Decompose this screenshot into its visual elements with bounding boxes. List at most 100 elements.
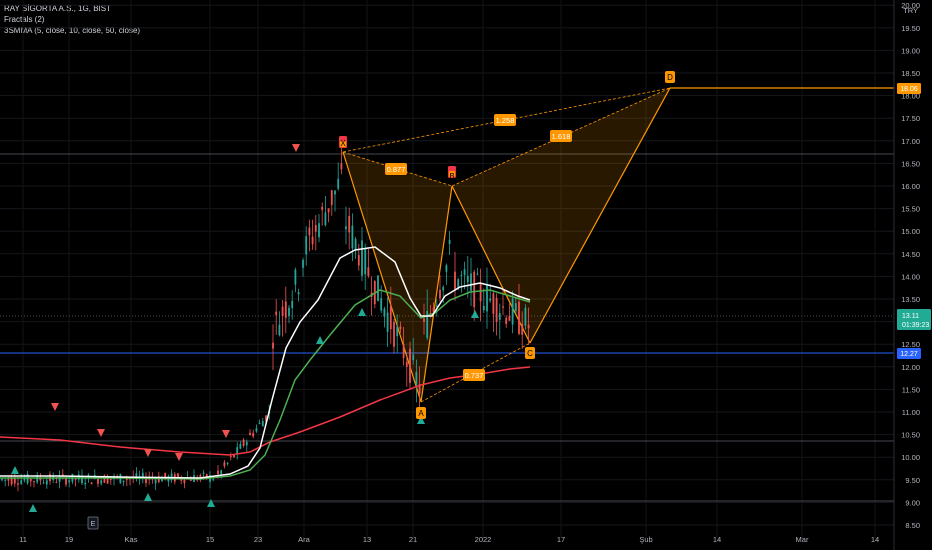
- ratio-label: 0.737: [463, 369, 485, 381]
- ratio-label: 1.258: [494, 114, 516, 126]
- candle-body: [354, 238, 357, 250]
- candle-body: [90, 482, 93, 485]
- candle-body: [527, 324, 530, 329]
- candle-body: [405, 361, 408, 367]
- fractal-down-marker: [144, 449, 152, 457]
- fractal-down-marker: [51, 403, 59, 411]
- y-tick-label: 14.50: [901, 250, 920, 259]
- candle-body: [20, 480, 23, 484]
- candle-body: [61, 474, 64, 476]
- candle-body: [177, 473, 179, 478]
- candle-body: [442, 287, 445, 291]
- candle-body: [308, 227, 311, 236]
- candle-body: [284, 301, 287, 318]
- candle-body: [380, 298, 383, 311]
- candle-body: [412, 354, 415, 361]
- candle-body: [212, 479, 215, 481]
- y-tick-label: 18.50: [901, 69, 920, 78]
- candle-body: [29, 478, 32, 482]
- candle-body: [439, 289, 441, 299]
- candle-body: [84, 482, 87, 485]
- fractal-up-marker: [358, 308, 366, 316]
- x-tick-label: Ara: [298, 535, 311, 544]
- fractal-down-marker: [97, 429, 105, 437]
- candle-body: [42, 482, 45, 484]
- candle-body: [415, 371, 418, 385]
- candle-body: [97, 478, 99, 484]
- candle-body: [45, 480, 48, 485]
- candle-body: [393, 321, 395, 347]
- x-tick-label: 14: [713, 535, 721, 544]
- last-price-badge: 13.11 01:39:23: [897, 309, 931, 330]
- y-tick-label: 10.00: [901, 453, 920, 462]
- candle-body: [463, 269, 466, 276]
- y-tick-label: 12.50: [901, 340, 920, 349]
- candle-body: [432, 307, 435, 312]
- candle-body: [386, 312, 389, 332]
- candle-body: [409, 348, 411, 383]
- y-tick-label: 19.50: [901, 24, 920, 33]
- blue-level-badge: 12.27: [897, 348, 921, 359]
- candle-body: [351, 225, 354, 249]
- ratio-text: 0.877: [387, 165, 406, 174]
- pattern-point-d: D: [665, 71, 675, 83]
- y-tick-label: 9.50: [905, 476, 920, 485]
- y-tick-label: 11.00: [902, 408, 920, 417]
- candle-body: [521, 323, 524, 335]
- candle-body: [17, 483, 19, 485]
- candle-body: [524, 307, 527, 326]
- candle-body: [454, 271, 456, 290]
- candle-body: [119, 474, 122, 484]
- x-tick-label: 13: [363, 535, 371, 544]
- candle-body: [217, 470, 219, 474]
- ratio-text: 1.618: [552, 132, 571, 141]
- fractal-up-marker: [144, 493, 152, 501]
- candle-body: [23, 478, 26, 481]
- fractal-up-marker: [316, 336, 324, 344]
- candle-body: [314, 225, 317, 232]
- candle-body: [236, 447, 239, 454]
- candle-body: [1, 479, 3, 481]
- candle-body: [321, 206, 324, 210]
- x-tick-label: Kas: [125, 535, 138, 544]
- y-tick-label: 13.50: [901, 295, 920, 304]
- candle-body: [220, 470, 223, 474]
- candle-body: [514, 303, 517, 312]
- candle-body: [258, 422, 261, 424]
- pattern-point-label: X: [340, 139, 346, 148]
- fractal-up-marker: [471, 310, 479, 318]
- y-tick-label: 17.00: [901, 137, 920, 146]
- candle-body: [7, 478, 10, 481]
- ratio-text: 1.258: [496, 116, 515, 125]
- candle-body: [495, 297, 498, 322]
- candle-body: [275, 311, 278, 316]
- candle-body: [470, 273, 472, 291]
- event-marker-label: E: [90, 519, 95, 528]
- candle-body: [389, 305, 392, 330]
- candle-body: [466, 275, 469, 283]
- candle-body: [297, 292, 300, 295]
- candle-body: [498, 312, 501, 320]
- pattern-point-c: C: [525, 347, 535, 359]
- x-tick-label: 19: [65, 535, 73, 544]
- candle-body: [518, 301, 520, 334]
- y-tick-label: 17.50: [901, 114, 920, 123]
- candle-body: [486, 285, 488, 312]
- candle-body: [252, 432, 255, 437]
- price-chart[interactable]: X A B C D 0.877 1.258 1.618 0.737 E 8.50 9.00 9.50 10…: [0, 0, 932, 550]
- candle-body: [482, 305, 485, 311]
- y-tick-label: 19.00: [901, 46, 920, 55]
- candle-body: [457, 279, 460, 288]
- candle-body: [311, 236, 314, 245]
- candle-body: [402, 344, 405, 358]
- candle-body: [305, 236, 308, 255]
- y-tick-label: 11.50: [902, 385, 920, 394]
- candle-body: [423, 318, 425, 322]
- pattern-point-x: X: [340, 139, 346, 148]
- ratio-text: 0.737: [465, 371, 484, 380]
- candle-body: [502, 306, 504, 308]
- candle-body: [272, 342, 274, 349]
- candle-body: [65, 478, 67, 485]
- y-tick-label: 9.00: [905, 498, 920, 507]
- x-tick-label: 2022: [475, 535, 492, 544]
